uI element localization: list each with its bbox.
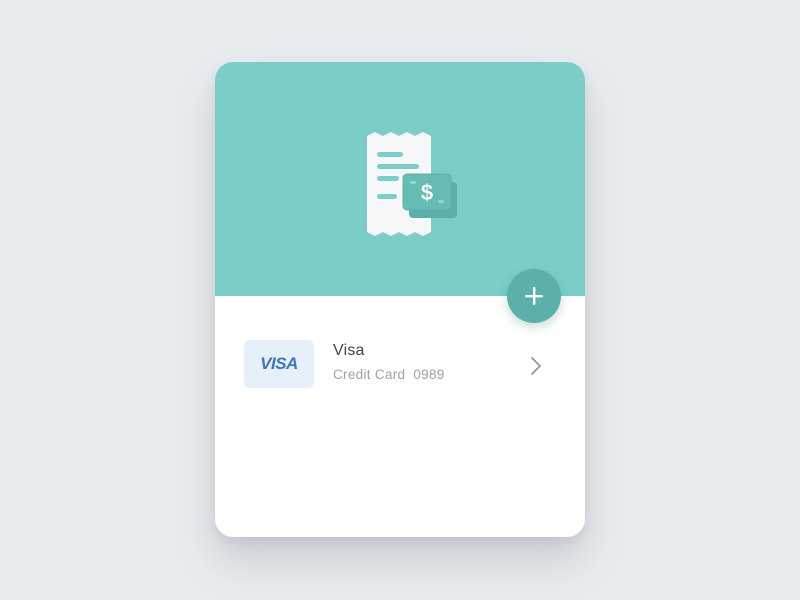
card-header: $ (215, 62, 585, 296)
payment-method-name: Visa (333, 342, 365, 359)
visa-logo: VISA (244, 340, 314, 388)
payment-method-details: Credit Card 0989 (333, 367, 445, 382)
payment-method-type: Credit Card (333, 367, 406, 382)
visa-logo-text: VISA (260, 354, 298, 373)
chevron-right-icon[interactable] (529, 356, 543, 376)
add-payment-method-button[interactable] (507, 269, 561, 323)
payment-method-item[interactable]: VISA Visa Credit Card 0989 (244, 340, 554, 390)
svg-text:$: $ (421, 180, 433, 205)
card-last-four: 0989 (413, 367, 445, 382)
receipt-with-money-icon: $ (367, 132, 457, 236)
plus-icon (525, 287, 543, 305)
payment-card-panel: $ VISA Visa Credit Card 0989 (215, 62, 585, 537)
page-background: $ VISA Visa Credit Card 0989 (0, 0, 800, 600)
